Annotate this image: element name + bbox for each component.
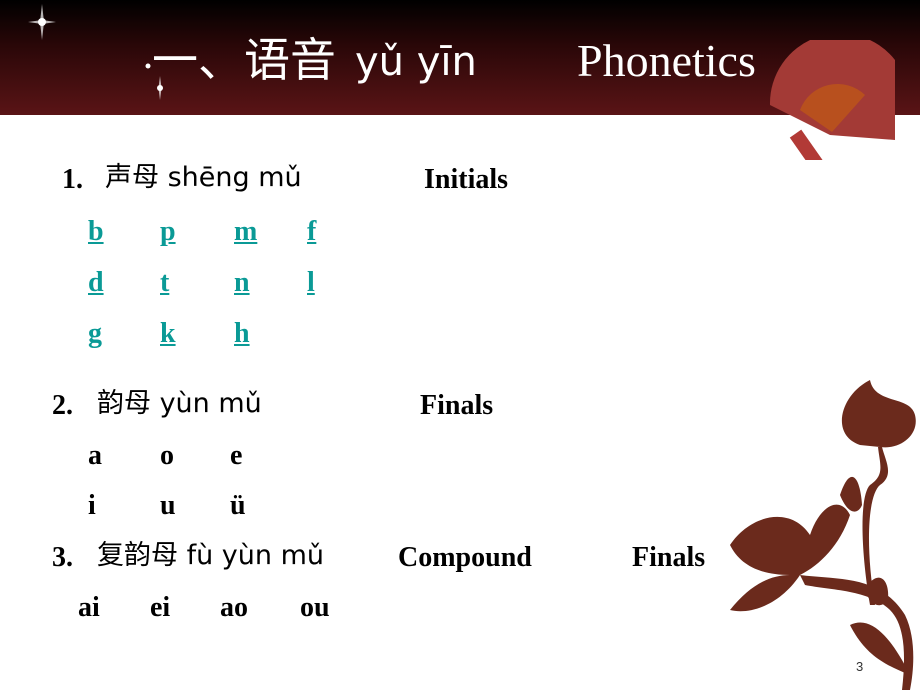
section-1-english: Initials — [424, 164, 509, 195]
initial-link-k[interactable]: k — [160, 320, 176, 348]
final-0-1: o — [160, 440, 174, 471]
final-1-1: u — [160, 490, 176, 521]
compound-final-ai: ai — [78, 592, 100, 623]
section-2-chinese: 韵母 yùn mǔ — [97, 388, 262, 419]
initial-link-f[interactable]: f — [307, 218, 316, 246]
initial-link-g[interactable]: g — [88, 320, 102, 348]
section-3-number: 3. — [52, 542, 73, 573]
initial-link-t[interactable]: t — [160, 269, 169, 297]
initial-link-m[interactable]: m — [234, 218, 257, 246]
initial-link-p[interactable]: p — [160, 218, 176, 246]
title-chinese: 一、语音 — [152, 35, 336, 86]
compound-final-ou: ou — [300, 592, 330, 623]
title-english: Phonetics — [577, 35, 756, 86]
final-1-2: ü — [230, 490, 246, 521]
final-0-0: a — [88, 440, 102, 471]
section-3-english: Compound — [398, 542, 532, 573]
section-3-chinese: 复韵母 fù yùn mǔ — [97, 540, 324, 571]
section-2-number: 2. — [52, 390, 73, 421]
final-0-2: e — [230, 440, 243, 471]
title-pinyin: yǔ yīn — [355, 39, 477, 85]
section-3-english-2: Finals — [632, 542, 706, 573]
final-1-0: i — [88, 490, 96, 521]
initial-link-l[interactable]: l — [307, 269, 315, 297]
slide: 一、语音 yǔ yīn Phonetics 1. 声母 shēng mǔ Ini… — [0, 0, 920, 690]
initial-link-d[interactable]: d — [88, 269, 104, 297]
compound-final-ao: ao — [220, 592, 248, 623]
initial-link-h[interactable]: h — [234, 320, 250, 348]
section-1-chinese: 声母 shēng mǔ — [105, 162, 302, 193]
flower-ornament-icon — [730, 380, 916, 690]
section-2-english: Finals — [420, 390, 494, 421]
section-1-number: 1. — [62, 164, 83, 195]
fan-icon — [769, 40, 895, 160]
page-number: 3 — [856, 659, 864, 674]
compound-final-ei: ei — [150, 592, 171, 623]
initial-link-b[interactable]: b — [88, 218, 104, 246]
initial-link-n[interactable]: n — [234, 269, 250, 297]
